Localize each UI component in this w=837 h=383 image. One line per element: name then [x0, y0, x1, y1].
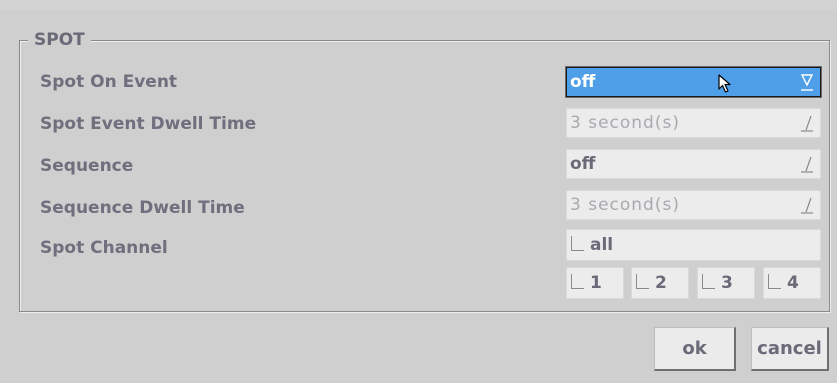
- checkbox-icon: [768, 274, 781, 289]
- channel-4-label: 4: [787, 273, 799, 293]
- ok-button[interactable]: ok: [654, 327, 736, 371]
- channel-1-label: 1: [590, 273, 602, 293]
- checkbox-icon: [636, 274, 649, 289]
- channel-1-checkbox[interactable]: 1: [566, 267, 624, 299]
- channel-2-label: 2: [655, 273, 667, 293]
- sequence-value: off: [570, 154, 596, 174]
- dropdown-hourglass-icon[interactable]: [800, 73, 814, 93]
- sequence-dwell-time-value: 3 second(s): [570, 195, 680, 215]
- channel-2-checkbox[interactable]: 2: [631, 267, 689, 299]
- sequence-select[interactable]: off: [566, 149, 821, 179]
- channel-all-label: all: [590, 235, 614, 255]
- sequence-dwell-time-label: Sequence Dwell Time: [40, 198, 245, 218]
- channel-3-checkbox[interactable]: 3: [697, 267, 755, 299]
- spot-event-dwell-time-value: 3 second(s): [570, 113, 680, 133]
- dropdown-slash-icon[interactable]: [800, 114, 814, 134]
- spot-event-dwell-time-select[interactable]: 3 second(s): [566, 108, 821, 138]
- spot-channel-label: Spot Channel: [40, 238, 168, 258]
- group-title: SPOT: [28, 29, 91, 51]
- dropdown-slash-icon[interactable]: [800, 196, 814, 216]
- sequence-dwell-time-select[interactable]: 3 second(s): [566, 190, 821, 220]
- cancel-button[interactable]: cancel: [751, 327, 829, 371]
- channel-4-checkbox[interactable]: 4: [763, 267, 821, 299]
- checkbox-icon: [571, 274, 584, 289]
- top-strip: [0, 0, 837, 10]
- dropdown-slash-icon[interactable]: [800, 155, 814, 175]
- spot-on-event-label: Spot On Event: [40, 72, 178, 92]
- channel-3-label: 3: [721, 273, 733, 293]
- spot-on-event-value: off: [570, 72, 596, 92]
- sequence-label: Sequence: [40, 156, 134, 176]
- channel-all-checkbox[interactable]: all: [566, 229, 821, 261]
- checkbox-icon: [702, 274, 715, 289]
- checkbox-icon: [571, 236, 584, 251]
- spot-event-dwell-time-label: Spot Event Dwell Time: [40, 114, 257, 134]
- spot-on-event-select[interactable]: off: [566, 67, 821, 97]
- mouse-cursor-icon: [718, 74, 731, 93]
